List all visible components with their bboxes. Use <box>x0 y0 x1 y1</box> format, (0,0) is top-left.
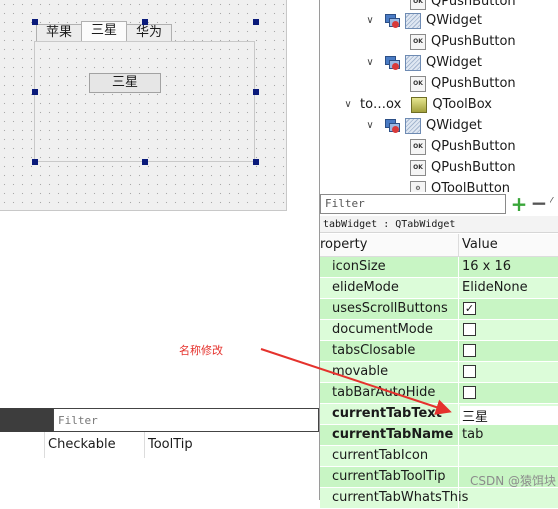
tab-samsung[interactable]: 三星 <box>81 21 128 41</box>
watermark: CSDN @猿饵块 <box>470 474 557 488</box>
arrow-line <box>260 348 452 415</box>
annotation-arrow <box>260 348 452 415</box>
